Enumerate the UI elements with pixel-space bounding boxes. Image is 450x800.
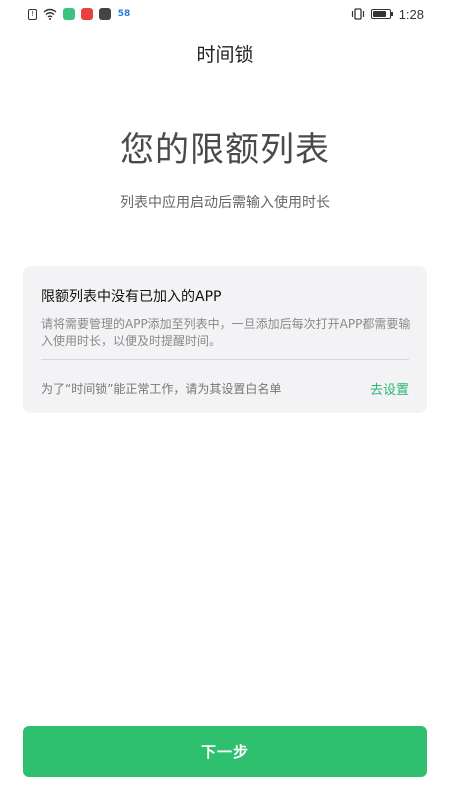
hero-title: 您的限额列表	[120, 130, 330, 170]
status-bar-left: ! 58	[28, 8, 131, 20]
status-bar: ! 58 1:28	[0, 0, 450, 28]
go-settings-link[interactable]: 去设置	[370, 379, 409, 398]
card-title: 限额列表中没有已加入的APP	[41, 289, 222, 305]
red-app-icon	[81, 8, 93, 20]
app-title: 时间锁	[196, 44, 254, 66]
dark-app-icon	[99, 8, 111, 20]
battery-level	[372, 11, 387, 17]
card-divider	[41, 359, 409, 360]
battery-icon	[370, 9, 393, 19]
next-button[interactable]: 下一步	[23, 726, 427, 777]
hero-subtitle: 列表中应用启动后需输入使用时长	[120, 195, 330, 211]
status-bar-right: 1:28	[351, 7, 424, 22]
card-description: 请将需要管理的APP添加至列表中，一旦添加后每次打开APP都需要输入使用时长，以…	[41, 317, 411, 348]
whitelist-note: 为了“时间锁”能正常工作，请为其设置白名单	[41, 382, 282, 396]
green-app-icon	[63, 8, 75, 20]
app-58-icon: 58	[117, 9, 131, 19]
status-time: 1:28	[398, 6, 424, 22]
screen: ! 58 1:28 时间锁 您的限额列表 列表中应用启动后需输入使用时长 限额列…	[0, 0, 450, 800]
sim-alert-icon: !	[28, 8, 37, 20]
wifi-icon	[43, 8, 57, 20]
vibrate-icon	[351, 8, 365, 20]
card-footer: 为了“时间锁”能正常工作，请为其设置白名单 去设置	[41, 379, 409, 398]
limit-list-card: 限额列表中没有已加入的APP 请将需要管理的APP添加至列表中，一旦添加后每次打…	[23, 266, 427, 413]
